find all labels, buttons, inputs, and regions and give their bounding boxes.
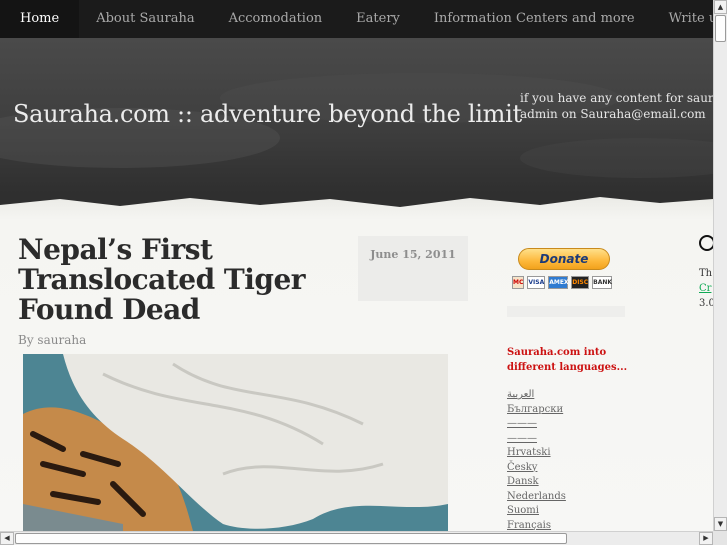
site-notice-line1: if you have any content for saura xyxy=(520,91,713,105)
site-header: Sauraha.com :: adventure beyond the limi… xyxy=(0,38,713,193)
list-item: Suomi xyxy=(507,504,566,519)
sedated-tiger-photo[interactable] xyxy=(23,354,448,531)
visa-icon: VISA xyxy=(527,276,546,289)
language-list: العربية Български ——— ——— Hrvatski Česky… xyxy=(507,388,566,531)
language-heading: Sauraha.com into different languages... xyxy=(507,347,628,373)
license-version: 3.0 xyxy=(699,298,713,309)
main-nav: Home About Sauraha Accomodation Eatery I… xyxy=(0,0,724,38)
horizontal-scrollbar[interactable]: ◀ ▶ xyxy=(0,531,713,545)
language-link-arabic[interactable]: العربية xyxy=(507,389,534,400)
language-link-danish[interactable]: Dansk xyxy=(507,476,539,487)
sidebar-divider xyxy=(507,306,625,317)
scroll-down-icon[interactable]: ▼ xyxy=(714,517,727,531)
language-link-unreadable-1[interactable]: ——— xyxy=(507,418,537,429)
donate-widget: Donate MC VISA AMEX DISC BANK xyxy=(512,248,613,289)
language-link-dutch[interactable]: Nederlands xyxy=(507,491,566,502)
nav-item-home[interactable]: Home xyxy=(0,0,80,38)
creative-commons-icon[interactable] xyxy=(699,235,713,251)
discover-icon: DISC xyxy=(571,276,590,289)
scrollbar-corner xyxy=(713,531,727,545)
nav-item-information-centers[interactable]: Information Centers and more xyxy=(417,0,652,38)
bank-icon: BANK xyxy=(592,276,613,289)
post-author[interactable]: By sauraha xyxy=(18,333,86,347)
list-item: Français xyxy=(507,519,566,532)
list-item: ——— xyxy=(507,417,566,432)
vertical-scroll-thumb[interactable] xyxy=(715,15,726,42)
list-item: ——— xyxy=(507,432,566,447)
site-title[interactable]: Sauraha.com :: adventure beyond the limi… xyxy=(13,100,522,128)
list-item: العربية xyxy=(507,388,566,403)
list-item: Česky xyxy=(507,461,566,476)
mastercard-icon: MC xyxy=(512,276,525,289)
language-link-unreadable-2[interactable]: ——— xyxy=(507,433,537,444)
scroll-right-icon[interactable]: ▶ xyxy=(699,532,713,545)
site-notice-line2: admin on Sauraha@email.com xyxy=(520,107,706,121)
license-widget: Th Cr 3.0 xyxy=(699,235,713,315)
nav-item-about-sauraha[interactable]: About Sauraha xyxy=(79,0,211,38)
language-link-bulgarian[interactable]: Български xyxy=(507,404,563,415)
content-area: Nepal’s First Translocated Tiger Found D… xyxy=(0,193,713,531)
horizontal-scroll-thumb[interactable] xyxy=(15,533,567,544)
scroll-up-icon[interactable]: ▲ xyxy=(714,0,727,14)
list-item: Dansk xyxy=(507,475,566,490)
nav-item-eatery[interactable]: Eatery xyxy=(339,0,417,38)
payment-cards: MC VISA AMEX DISC BANK xyxy=(512,276,613,289)
torn-edge xyxy=(0,193,713,207)
post-title[interactable]: Nepal’s First Translocated Tiger Found D… xyxy=(18,235,358,325)
license-link[interactable]: Cr xyxy=(699,281,713,296)
nav-item-accomodation[interactable]: Accomodation xyxy=(212,0,340,38)
post-date: June 15, 2011 xyxy=(358,236,468,301)
language-link-czech[interactable]: Česky xyxy=(507,462,537,473)
language-link-french[interactable]: Français xyxy=(507,520,551,531)
list-item: Български xyxy=(507,403,566,418)
tiger-photo-illustration xyxy=(23,354,448,531)
site-notice: if you have any content for saura admin … xyxy=(520,90,713,122)
language-link-finnish[interactable]: Suomi xyxy=(507,505,539,516)
language-link-croatian[interactable]: Hrvatski xyxy=(507,447,551,458)
amex-icon: AMEX xyxy=(548,276,569,289)
donate-button[interactable]: Donate xyxy=(518,248,610,270)
list-item: Hrvatski xyxy=(507,446,566,461)
list-item: Nederlands xyxy=(507,490,566,505)
license-text: Th xyxy=(699,268,713,279)
vertical-scrollbar[interactable]: ▲ ▼ xyxy=(713,0,727,531)
scroll-left-icon[interactable]: ◀ xyxy=(0,532,14,545)
